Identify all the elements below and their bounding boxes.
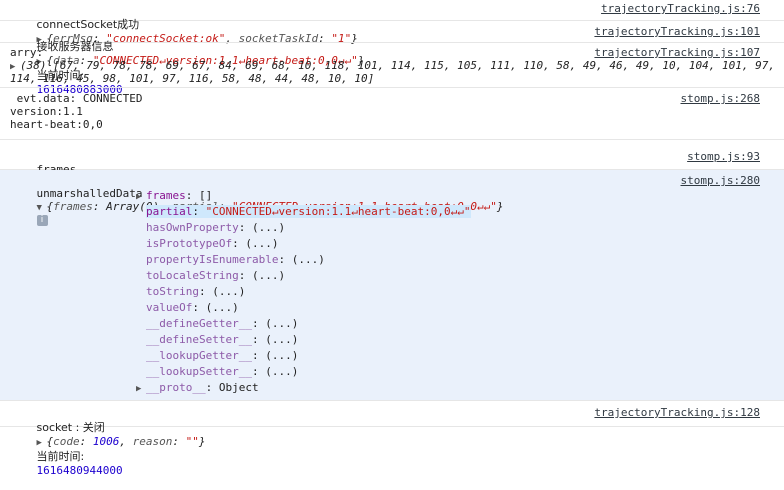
array-preview-cont: 114, 116, 45, 98, 101, 97, 116, 58, 48, … xyxy=(10,72,375,85)
log-label: arry: xyxy=(10,46,44,59)
tree-item-getter[interactable]: valueOf: (...) xyxy=(136,301,471,317)
tree-item-getter[interactable]: toString: (...) xyxy=(136,285,471,301)
tree-item-getter[interactable]: isPrototypeOf: (...) xyxy=(136,237,471,253)
console-message: evt.data: CONNECTED version:1.1 heart-be… xyxy=(0,88,784,140)
console-message: socket : 关闭 ▶ {code: 1006, reason: ""} 当前… xyxy=(0,401,784,477)
console-message: frames, ▶["CONNECTED↵version:1.1↵heart-b… xyxy=(0,146,784,189)
tree-item-frames[interactable]: ▶ frames: [] xyxy=(136,189,471,205)
log-text: evt.data: CONNECTED xyxy=(10,92,143,105)
log-text: version:1.1 xyxy=(10,105,83,118)
source-link[interactable]: stomp.js:268 xyxy=(681,92,760,105)
expand-triangle-icon[interactable]: ▶ xyxy=(136,384,146,394)
expand-triangle-icon[interactable]: ▶ xyxy=(136,192,146,202)
source-link[interactable]: stomp.js:93 xyxy=(687,150,760,163)
console-message: 接收服务器信息 ▶ {data: "CONNECTED↵version:1.1↵h… xyxy=(0,21,784,96)
console-message: connectSocket成功 ▶ {errMsg: "connectSocket… xyxy=(0,0,784,45)
console-message-expanded: unmarshalledData ▼{frames: Array(0), par… xyxy=(0,170,784,401)
tree-item-getter[interactable]: propertyIsEnumerable: (...) xyxy=(136,253,471,269)
tree-item-proto[interactable]: ▶ __proto__: Object xyxy=(136,381,471,397)
source-link[interactable]: stomp.js:280 xyxy=(681,174,760,187)
expand-triangle-icon[interactable]: ▶ xyxy=(10,62,20,72)
tree-item-getter[interactable]: __lookupSetter__: (...) xyxy=(136,365,471,381)
object-tree: ▶ frames: [] partial: "CONNECTED↵version:… xyxy=(136,189,471,397)
tree-item-getter[interactable]: hasOwnProperty: (...) xyxy=(136,221,471,237)
log-label: socket : 关闭 xyxy=(36,421,105,434)
tree-item-getter[interactable]: toLocaleString: (...) xyxy=(136,269,471,285)
expand-triangle-icon[interactable]: ▶ xyxy=(37,438,47,448)
tree-item-getter[interactable]: __lookupGetter__: (...) xyxy=(136,349,471,365)
time-label: 当前时间: xyxy=(36,450,85,463)
source-link[interactable]: trajectoryTracking.js:101 xyxy=(594,25,760,38)
console-message: arry: ▶ (38) [67, 79, 78, 78, 69, 67, 84,… xyxy=(0,43,784,88)
log-object[interactable]: {code: 1006, reason: ""} xyxy=(47,435,206,448)
tree-item-getter[interactable]: __defineGetter__: (...) xyxy=(136,317,471,333)
source-link[interactable]: trajectoryTracking.js:76 xyxy=(601,2,760,15)
tree-item-getter[interactable]: __defineSetter__: (...) xyxy=(136,333,471,349)
source-link[interactable]: trajectoryTracking.js:128 xyxy=(594,406,760,419)
source-link[interactable]: trajectoryTracking.js:107 xyxy=(594,46,760,59)
time-value: 1616480944000 xyxy=(36,464,123,477)
collapse-triangle-icon[interactable]: ▼ xyxy=(37,203,47,213)
log-text: heart-beat:0,0 xyxy=(10,118,103,131)
array-preview[interactable]: (38) [67, 79, 78, 78, 69, 67, 84, 69, 68… xyxy=(20,59,775,72)
tree-item-partial[interactable]: partial: "CONNECTED↵version:1.1↵heart-be… xyxy=(136,205,471,221)
log-label: unmarshalledData xyxy=(36,187,143,200)
info-icon[interactable]: i xyxy=(36,214,48,226)
